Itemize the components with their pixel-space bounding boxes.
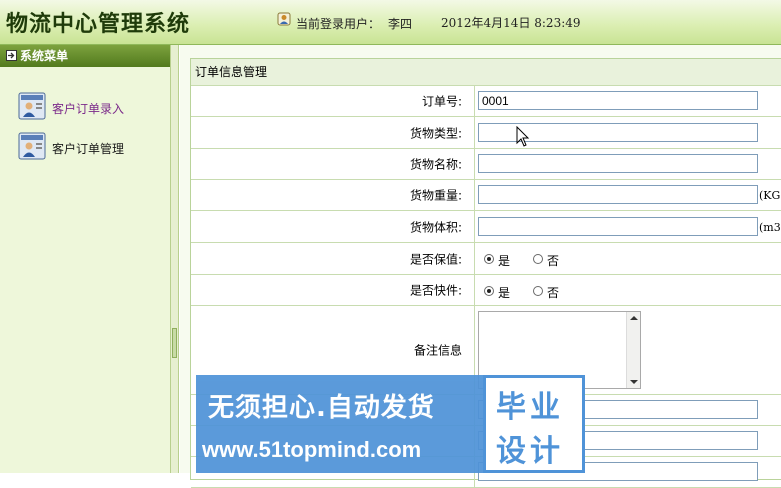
watermark-slogan: 无须担心.自动发货 [208, 393, 435, 423]
cargo-type-label: 货物类型: [409, 126, 462, 140]
form-row-cargo-name: 货物名称: [191, 149, 781, 180]
menu-title: 系统菜单 [20, 49, 69, 63]
sidebar-item-label: 客户订单管理 [52, 142, 125, 156]
order-no-label: 订单号: [421, 94, 462, 109]
form-row-express: 是否快件: 是 否 [191, 275, 781, 306]
watermark-right: 毕业 设计 [483, 375, 585, 473]
form-row-insured: 是否保值: 是 否 [191, 243, 781, 275]
sidebar: 系统菜单 客户订单录入 客户订单管理 [0, 45, 171, 473]
insured-no-label: 否 [547, 254, 560, 268]
user-icon [277, 12, 291, 26]
cargo-weight-label: 货物重量: [409, 188, 462, 203]
form-row-cargo-volume: 货物体积: (m3) [191, 211, 781, 243]
weight-unit: (KG [759, 189, 781, 202]
insured-yes-radio[interactable] [484, 254, 494, 264]
express-no-label: 否 [547, 286, 560, 300]
form-row-order-no: 订单号: [191, 86, 781, 117]
watermark-banner: 无须担心.自动发货 www.51topmind.com 毕业 设计 [196, 375, 585, 473]
form-row-cargo-type: 货物类型: [191, 117, 781, 149]
panel-title: 订单信息管理 [191, 59, 781, 86]
sidebar-item-label: 客户订单录入 [52, 102, 125, 116]
panel-splitter[interactable] [170, 45, 179, 473]
form-row-cargo-weight: 货物重量: (KG [191, 180, 781, 211]
cargo-volume-label: 货物体积: [409, 220, 462, 234]
express-label: 是否快件: [409, 283, 462, 298]
watermark-left: 无须担心.自动发货 www.51topmind.com [196, 375, 483, 473]
order-no-input[interactable] [478, 91, 758, 110]
cargo-weight-input[interactable] [478, 185, 758, 204]
volume-unit: (m3) [759, 221, 781, 234]
insured-yes-label: 是 [498, 254, 511, 268]
mouse-pointer-icon [516, 126, 530, 147]
customer-card-icon [18, 132, 46, 160]
textarea-scrollbar[interactable] [626, 312, 640, 388]
menu-icon [6, 50, 17, 61]
express-yes-radio[interactable] [484, 286, 494, 296]
app-title: 物流中心管理系统 [6, 11, 191, 37]
cargo-name-label: 货物名称: [409, 157, 462, 172]
splitter-grip-handle[interactable] [172, 328, 177, 358]
top-header: 物流中心管理系统 当前登录用户： 李四 2012年4月14日 8:23:49 [0, 0, 781, 45]
watermark-badge-line2: 设计 [496, 434, 564, 469]
watermark-url: www.51topmind.com [202, 437, 422, 462]
watermark-badge-line1: 毕业 [496, 390, 564, 425]
remarks-label: 备注信息 [413, 343, 462, 358]
menu-header: 系统菜单 [0, 45, 170, 67]
datetime-display: 2012年4月14日 8:23:49 [441, 16, 581, 30]
express-no-radio[interactable] [533, 286, 543, 296]
customer-card-icon [18, 92, 46, 120]
scroll-down-arrow-icon[interactable] [630, 380, 638, 384]
current-user-label: 当前登录用户： [296, 17, 381, 31]
insured-label: 是否保值: [409, 252, 462, 266]
scroll-up-arrow-icon[interactable] [630, 316, 638, 320]
cargo-volume-input[interactable] [478, 217, 758, 236]
express-yes-label: 是 [498, 286, 511, 300]
insured-no-radio[interactable] [533, 254, 543, 264]
current-user-name: 李四 [388, 17, 413, 31]
cargo-name-input[interactable] [478, 154, 758, 173]
